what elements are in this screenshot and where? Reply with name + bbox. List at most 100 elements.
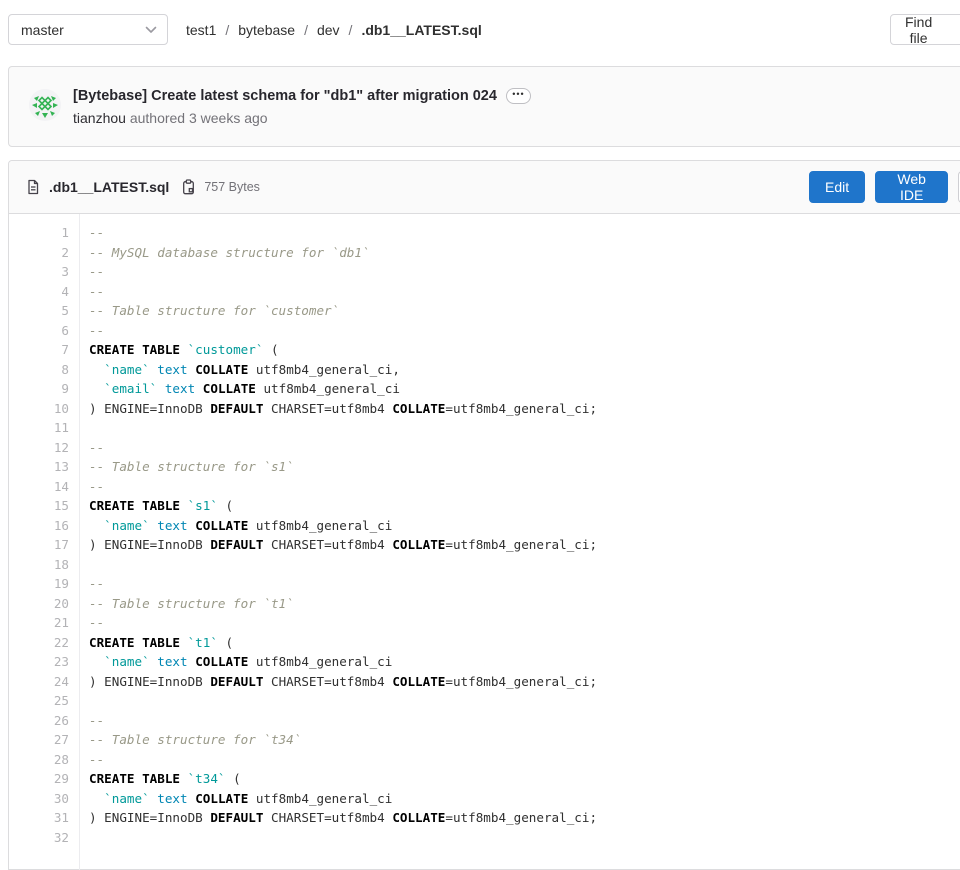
code-token: COLLATE bbox=[195, 362, 248, 377]
code-token: text bbox=[165, 381, 195, 396]
line-number[interactable]: 23 bbox=[9, 652, 69, 672]
code-line: 29CREATE TABLE `t34` ( bbox=[9, 769, 960, 789]
code-token bbox=[180, 342, 188, 357]
code-line-content: -- bbox=[69, 282, 104, 302]
code-token: DEFAULT bbox=[210, 537, 263, 552]
line-number[interactable]: 6 bbox=[9, 321, 69, 341]
line-number[interactable]: 14 bbox=[9, 477, 69, 497]
code-line: 8 `name` text COLLATE utf8mb4_general_ci… bbox=[9, 360, 960, 380]
code-viewer: 1--2-- MySQL database structure for `db1… bbox=[9, 214, 960, 870]
code-line: 28 -- bbox=[9, 750, 960, 770]
breadcrumb-repo[interactable]: test1 bbox=[186, 22, 216, 38]
code-line: 27 -- Table structure for `t34` bbox=[9, 730, 960, 750]
code-token: utf8mb4_general_ci bbox=[256, 381, 400, 396]
line-number[interactable]: 15 bbox=[9, 496, 69, 516]
line-number[interactable]: 29 bbox=[9, 769, 69, 789]
line-number[interactable]: 25 bbox=[9, 691, 69, 711]
code-token: utf8mb4_general_ci, bbox=[248, 362, 400, 377]
code-token: DEFAULT bbox=[210, 401, 263, 416]
branch-selector[interactable]: master bbox=[8, 14, 168, 45]
code-token: -- Table structure for `t34` bbox=[89, 732, 301, 747]
line-number[interactable]: 32 bbox=[9, 828, 69, 848]
code-token: =utf8mb4_general_ci; bbox=[445, 674, 597, 689]
find-file-button[interactable]: Find file bbox=[890, 14, 960, 45]
line-number[interactable]: 28 bbox=[9, 750, 69, 770]
code-token: CHARSET=utf8mb4 bbox=[263, 810, 392, 825]
code-token: utf8mb4_general_ci bbox=[248, 791, 392, 806]
code-token bbox=[89, 362, 104, 377]
code-line-content: -- MySQL database structure for `db1` bbox=[69, 243, 370, 263]
code-token: -- bbox=[89, 225, 104, 240]
copy-to-clipboard-icon[interactable] bbox=[181, 179, 196, 195]
code-token: COLLATE bbox=[203, 381, 256, 396]
line-number[interactable]: 22 bbox=[9, 633, 69, 653]
breadcrumb-folder-bytebase[interactable]: bytebase bbox=[238, 22, 295, 38]
code-line: 10) ENGINE=InnoDB DEFAULT CHARSET=utf8mb… bbox=[9, 399, 960, 419]
code-line-content: -- Table structure for `s1` bbox=[69, 457, 294, 477]
code-line: 25 bbox=[9, 691, 960, 711]
file-size: 757 Bytes bbox=[204, 180, 260, 194]
web-ide-button[interactable]: Web IDE bbox=[875, 171, 948, 203]
code-line: 11 bbox=[9, 418, 960, 438]
code-token: ( bbox=[226, 771, 241, 786]
line-number[interactable]: 21 bbox=[9, 613, 69, 633]
code-token: `name` bbox=[104, 518, 150, 533]
breadcrumb-folder-dev[interactable]: dev bbox=[317, 22, 340, 38]
line-number[interactable]: 11 bbox=[9, 418, 69, 438]
code-line: 13-- Table structure for `s1` bbox=[9, 457, 960, 477]
code-token: -- bbox=[89, 752, 104, 767]
code-token: ) ENGINE=InnoDB bbox=[89, 674, 210, 689]
line-number[interactable]: 24 bbox=[9, 672, 69, 692]
code-line-content: -- Table structure for `customer` bbox=[69, 301, 339, 321]
line-number[interactable]: 1 bbox=[9, 223, 69, 243]
line-number[interactable]: 31 bbox=[9, 808, 69, 828]
code-line: 26 -- bbox=[9, 711, 960, 731]
commit-author-link[interactable]: tianzhou bbox=[73, 110, 126, 126]
line-number[interactable]: 20 bbox=[9, 594, 69, 614]
line-number[interactable]: 7 bbox=[9, 340, 69, 360]
avatar[interactable] bbox=[29, 89, 61, 121]
code-line-content: -- bbox=[69, 262, 104, 282]
line-number[interactable]: 13 bbox=[9, 457, 69, 477]
code-line-content: -- bbox=[69, 613, 104, 633]
line-number[interactable]: 8 bbox=[9, 360, 69, 380]
commit-ellipsis-button[interactable]: ••• bbox=[506, 88, 531, 104]
code-token: COLLATE bbox=[195, 791, 248, 806]
code-token: -- bbox=[89, 713, 104, 728]
line-number[interactable]: 4 bbox=[9, 282, 69, 302]
code-line: 16 `name` text COLLATE utf8mb4_general_c… bbox=[9, 516, 960, 536]
code-token bbox=[195, 381, 203, 396]
line-number[interactable]: 17 bbox=[9, 535, 69, 555]
code-line-content: ) ENGINE=InnoDB DEFAULT CHARSET=utf8mb4 … bbox=[69, 808, 597, 828]
code-line: 14-- bbox=[9, 477, 960, 497]
code-token: ( bbox=[263, 342, 278, 357]
line-number[interactable]: 12 bbox=[9, 438, 69, 458]
code-token: text bbox=[157, 791, 187, 806]
line-number[interactable]: 27 bbox=[9, 730, 69, 750]
line-number[interactable]: 3 bbox=[9, 262, 69, 282]
line-number[interactable]: 5 bbox=[9, 301, 69, 321]
code-token: =utf8mb4_general_ci; bbox=[445, 401, 597, 416]
code-token bbox=[89, 654, 104, 669]
edit-button[interactable]: Edit bbox=[809, 171, 865, 203]
code-line-content: ) ENGINE=InnoDB DEFAULT CHARSET=utf8mb4 … bbox=[69, 672, 597, 692]
breadcrumb: test1 / bytebase / dev / .db1__LATEST.sq… bbox=[186, 14, 482, 45]
last-commit-panel: [Bytebase] Create latest schema for "db1… bbox=[8, 66, 960, 147]
code-line-content: -- bbox=[69, 321, 104, 341]
commit-message[interactable]: [Bytebase] Create latest schema for "db1… bbox=[73, 88, 497, 104]
code-token: CHARSET=utf8mb4 bbox=[263, 674, 392, 689]
top-bar: master test1 / bytebase / dev / .db1__LA… bbox=[0, 0, 960, 58]
code-token: text bbox=[157, 518, 187, 533]
code-line: 9 `email` text COLLATE utf8mb4_general_c… bbox=[9, 379, 960, 399]
line-number[interactable]: 2 bbox=[9, 243, 69, 263]
line-number[interactable]: 19 bbox=[9, 574, 69, 594]
line-number[interactable]: 26 bbox=[9, 711, 69, 731]
code-line-content: -- bbox=[69, 438, 104, 458]
line-number[interactable]: 30 bbox=[9, 789, 69, 809]
line-number[interactable]: 9 bbox=[9, 379, 69, 399]
code-token: text bbox=[157, 362, 187, 377]
line-number[interactable]: 16 bbox=[9, 516, 69, 536]
line-number[interactable]: 18 bbox=[9, 555, 69, 575]
line-number[interactable]: 10 bbox=[9, 399, 69, 419]
code-token: `email` bbox=[104, 381, 157, 396]
